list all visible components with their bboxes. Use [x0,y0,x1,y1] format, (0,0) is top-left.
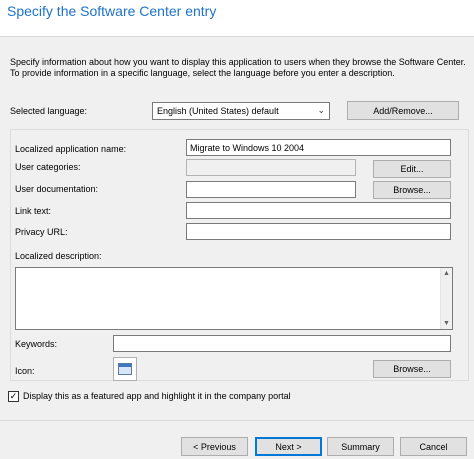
link-text-label: Link text: [15,206,52,216]
privacy-url-label: Privacy URL: [15,227,68,237]
localized-description-label: Localized description: [15,251,102,261]
page-title: Specify the Software Center entry [7,3,217,19]
language-select[interactable]: English (United States) default ⌄ [152,102,330,120]
chevron-up-icon[interactable]: ▲ [441,268,452,279]
localized-description-textarea[interactable]: ▲ ▼ [15,267,453,330]
browse-icon-button[interactable]: Browse... [373,360,451,378]
wizard-page: Specify the Software Center entry Specif… [0,0,474,459]
window-app-icon [118,363,132,375]
page-description: Specify information about how you want t… [10,57,466,78]
keywords-label: Keywords: [15,339,58,349]
app-name-input[interactable] [186,139,451,156]
edit-categories-button[interactable]: Edit... [373,160,451,178]
add-remove-button[interactable]: Add/Remove... [347,101,459,120]
featured-app-label: Display this as a featured app and highl… [23,391,291,401]
footer-divider [0,420,474,421]
user-documentation-label: User documentation: [15,184,99,194]
browse-documentation-button[interactable]: Browse... [373,181,451,199]
selected-language-label: Selected language: [10,106,88,116]
privacy-url-input[interactable] [186,223,451,240]
keywords-input[interactable] [113,335,451,352]
app-icon-preview [113,357,137,381]
cancel-button[interactable]: Cancel [400,437,467,456]
app-name-label: Localized application name: [15,144,127,154]
featured-app-checkbox[interactable]: ✓ [8,391,19,402]
link-text-input[interactable] [186,202,451,219]
user-documentation-input[interactable] [186,181,356,198]
header-banner: Specify the Software Center entry [0,0,474,36]
next-button[interactable]: Next > [255,437,322,456]
user-categories-label: User categories: [15,162,81,172]
icon-label: Icon: [15,366,35,376]
previous-button[interactable]: < Previous [181,437,248,456]
chevron-down-icon[interactable]: ▼ [441,318,452,329]
chevron-down-icon: ⌄ [317,105,325,115]
summary-button[interactable]: Summary [327,437,394,456]
user-categories-input [186,159,356,176]
description-scrollbar[interactable]: ▲ ▼ [440,268,452,329]
language-select-value: English (United States) default [157,106,279,116]
header-divider [0,36,474,37]
